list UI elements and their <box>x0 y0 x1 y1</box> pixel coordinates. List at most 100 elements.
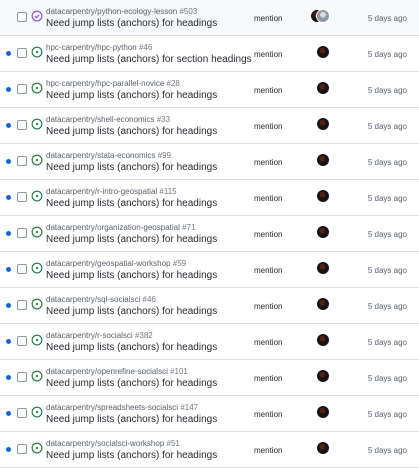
notification-row[interactable]: datacarpentry/shell-economics #33 Need j… <box>0 108 419 144</box>
notification-row[interactable]: datacarpentry/openrefine-socialsci #101 … <box>0 360 419 396</box>
notification-reason: mention <box>254 86 283 95</box>
notification-title[interactable]: Need jump lists (anchors) for section he… <box>46 54 252 65</box>
notification-row[interactable]: datacarpentry/python-ecology-lesson #503… <box>0 0 419 36</box>
timestamp: 5 days ago <box>367 194 407 203</box>
unread-dot <box>6 87 11 92</box>
notification-reason: mention <box>254 302 283 311</box>
notification-title[interactable]: Need jump lists (anchors) for headings <box>46 18 217 29</box>
notification-reason: mention <box>254 374 283 383</box>
notification-title[interactable]: Need jump lists (anchors) for headings <box>46 450 217 461</box>
notification-reason: mention <box>254 158 283 167</box>
notification-row[interactable]: datacarpentry/stata-economics #99 Need j… <box>0 144 419 180</box>
repo-name[interactable]: datacarpentry/spreadsheets-socialsci #14… <box>46 403 198 412</box>
timestamp: 5 days ago <box>367 374 407 383</box>
repo-name[interactable]: hpc-carpentry/hpc-python #46 <box>46 43 152 52</box>
select-checkbox[interactable] <box>17 192 27 202</box>
avatar <box>317 46 329 58</box>
repo-name[interactable]: datacarpentry/organization-geospatial #7… <box>46 223 195 232</box>
issue-open-icon <box>31 190 43 202</box>
unread-dot <box>6 51 11 56</box>
issue-open-icon <box>31 82 43 94</box>
notification-title[interactable]: Need jump lists (anchors) for headings <box>46 414 217 425</box>
issue-open-icon <box>31 298 43 310</box>
notification-title[interactable]: Need jump lists (anchors) for headings <box>46 270 217 281</box>
issue-open-icon <box>31 262 43 274</box>
notification-row[interactable]: datacarpentry/spreadsheets-socialsci #14… <box>0 396 419 432</box>
timestamp: 5 days ago <box>367 266 407 275</box>
unread-dot <box>6 411 11 416</box>
timestamp: 5 days ago <box>367 338 407 347</box>
repo-name[interactable]: datacarpentry/openrefine-socialsci #101 <box>46 367 188 376</box>
notification-reason: mention <box>254 446 283 455</box>
notification-list: datacarpentry/python-ecology-lesson #503… <box>0 0 419 468</box>
notification-row[interactable]: datacarpentry/r-intro-geospatial #115 Ne… <box>0 180 419 216</box>
select-checkbox[interactable] <box>17 444 27 454</box>
select-checkbox[interactable] <box>17 408 27 418</box>
avatar <box>317 370 329 382</box>
notification-reason: mention <box>254 266 283 275</box>
timestamp: 5 days ago <box>367 158 407 167</box>
repo-name[interactable]: datacarpentry/sql-socialsci #46 <box>46 295 156 304</box>
notification-row[interactable]: datacarpentry/r-socialsci #382 Need jump… <box>0 324 419 360</box>
avatar <box>317 82 329 94</box>
notification-row[interactable]: datacarpentry/sql-socialsci #46 Need jum… <box>0 288 419 324</box>
repo-name[interactable]: datacarpentry/shell-economics #33 <box>46 115 170 124</box>
notification-title[interactable]: Need jump lists (anchors) for headings <box>46 234 217 245</box>
select-checkbox[interactable] <box>17 228 27 238</box>
repo-name[interactable]: datacarpentry/r-intro-geospatial #115 <box>46 187 177 196</box>
notification-title[interactable]: Need jump lists (anchors) for headings <box>46 198 217 209</box>
unread-dot <box>6 231 11 236</box>
repo-name[interactable]: datacarpentry/stata-economics #99 <box>46 151 171 160</box>
notification-title[interactable]: Need jump lists (anchors) for headings <box>46 342 217 353</box>
avatar <box>317 118 329 130</box>
issue-open-icon <box>31 442 43 454</box>
unread-dot <box>6 375 11 380</box>
unread-dot <box>6 195 11 200</box>
notification-row[interactable]: datacarpentry/geospatial-workshop #59 Ne… <box>0 252 419 288</box>
avatar <box>317 190 329 202</box>
select-checkbox[interactable] <box>17 156 27 166</box>
notification-title[interactable]: Need jump lists (anchors) for headings <box>46 90 217 101</box>
timestamp: 5 days ago <box>367 14 407 23</box>
notification-title[interactable]: Need jump lists (anchors) for headings <box>46 378 217 389</box>
issue-open-icon <box>31 226 43 238</box>
notification-row[interactable]: hpc-carpentry/hpc-parallel-novice #28 Ne… <box>0 72 419 108</box>
avatar <box>317 406 329 418</box>
issue-open-icon <box>31 370 43 382</box>
repo-name[interactable]: datacarpentry/geospatial-workshop #59 <box>46 259 186 268</box>
avatar <box>317 334 329 346</box>
select-checkbox[interactable] <box>17 372 27 382</box>
unread-dot <box>6 303 11 308</box>
avatar <box>317 10 329 22</box>
avatar <box>317 442 329 454</box>
select-checkbox[interactable] <box>17 336 27 346</box>
notification-row[interactable]: datacarpentry/socialsci-workshop #51 Nee… <box>0 432 419 468</box>
notification-title[interactable]: Need jump lists (anchors) for headings <box>46 306 217 317</box>
select-checkbox[interactable] <box>17 120 27 130</box>
timestamp: 5 days ago <box>367 122 407 131</box>
repo-name[interactable]: datacarpentry/python-ecology-lesson #503 <box>46 7 197 16</box>
select-checkbox[interactable] <box>17 264 27 274</box>
select-checkbox[interactable] <box>17 12 27 22</box>
notification-row[interactable]: hpc-carpentry/hpc-python #46 Need jump l… <box>0 36 419 72</box>
repo-name[interactable]: datacarpentry/socialsci-workshop #51 <box>46 439 180 448</box>
select-checkbox[interactable] <box>17 48 27 58</box>
notification-reason: mention <box>254 122 283 131</box>
unread-dot <box>6 267 11 272</box>
notification-reason: mention <box>254 14 283 23</box>
unread-dot <box>6 159 11 164</box>
select-checkbox[interactable] <box>17 84 27 94</box>
repo-name[interactable]: datacarpentry/r-socialsci #382 <box>46 331 153 340</box>
notification-title[interactable]: Need jump lists (anchors) for headings <box>46 126 217 137</box>
avatar <box>317 226 329 238</box>
notification-title[interactable]: Need jump lists (anchors) for headings <box>46 162 217 173</box>
timestamp: 5 days ago <box>367 446 407 455</box>
timestamp: 5 days ago <box>367 86 407 95</box>
issue-open-icon <box>31 154 43 166</box>
notification-reason: mention <box>254 230 283 239</box>
repo-name[interactable]: hpc-carpentry/hpc-parallel-novice #28 <box>46 79 180 88</box>
avatar <box>317 262 329 274</box>
notification-row[interactable]: datacarpentry/organization-geospatial #7… <box>0 216 419 252</box>
select-checkbox[interactable] <box>17 300 27 310</box>
unread-dot <box>6 123 11 128</box>
